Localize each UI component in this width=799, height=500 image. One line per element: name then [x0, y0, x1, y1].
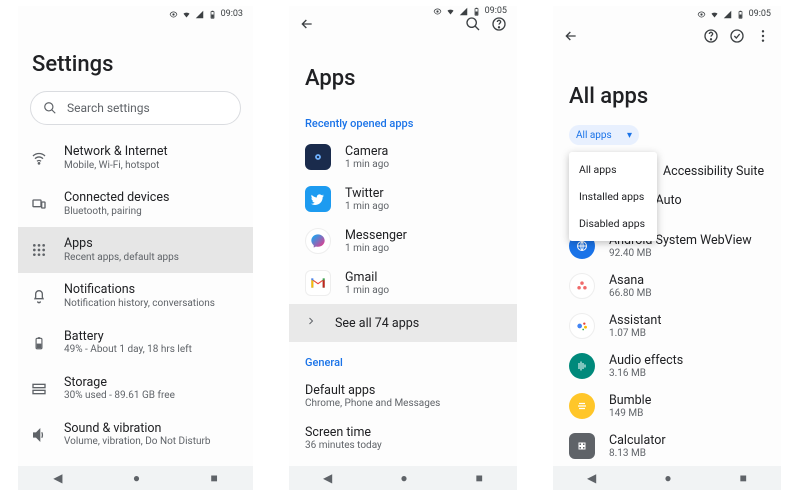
app-row-audio-effects[interactable]: Audio effects3.16 MB	[553, 346, 781, 386]
battery-icon	[28, 335, 50, 351]
reset-icon[interactable]	[729, 28, 745, 48]
back-icon[interactable]	[563, 28, 579, 48]
top-bar	[289, 16, 517, 36]
search-icon	[43, 101, 57, 115]
app-row-calculator[interactable]: Calculator8.13 MB	[553, 426, 781, 466]
volume-icon	[28, 427, 50, 443]
row-apps[interactable]: AppsRecent apps, default apps	[18, 227, 253, 273]
messenger-app-icon	[305, 228, 331, 254]
app-row-assistant[interactable]: Assistant1.07 MB	[553, 306, 781, 346]
nav-home-icon[interactable]: ●	[664, 471, 671, 485]
nav-back-icon[interactable]: ◀	[587, 471, 596, 485]
wifi-icon	[182, 10, 191, 19]
phone-settings: 09:03 Settings Search settings Network &…	[18, 6, 253, 490]
row-sound[interactable]: Sound & vibrationVolume, vibration, Do N…	[18, 412, 253, 458]
status-time: 09:03	[221, 9, 243, 19]
twitter-app-icon	[305, 186, 331, 212]
page-title: Apps	[289, 36, 517, 111]
help-icon[interactable]	[491, 16, 507, 36]
row-notifications[interactable]: NotificationsNotification history, conve…	[18, 273, 253, 319]
nav-home-icon[interactable]: ●	[400, 471, 407, 485]
search-placeholder: Search settings	[67, 101, 150, 115]
asana-icon	[569, 273, 595, 299]
row-network[interactable]: Network & InternetMobile, Wi-Fi, hotspot	[18, 135, 253, 181]
chevron-down-icon: ▾	[627, 130, 632, 141]
apps-grid-icon	[28, 242, 50, 258]
nav-bar: ◀ ● ■	[289, 466, 517, 490]
dropdown-option-installed[interactable]: Installed apps	[569, 183, 657, 210]
page-title: All apps	[553, 54, 781, 125]
top-bar	[553, 22, 781, 54]
row-storage[interactable]: Storage30% used - 89.61 GB free	[18, 366, 253, 412]
app-row-gmail[interactable]: Gmail1 min ago	[289, 262, 517, 304]
gmail-app-icon	[305, 270, 331, 296]
battery-icon	[208, 10, 217, 19]
nav-bar: ◀ ● ■	[18, 466, 253, 490]
nav-recent-icon[interactable]: ■	[740, 471, 747, 485]
status-time: 09:05	[749, 9, 771, 19]
bell-icon	[28, 288, 50, 304]
app-row-twitter[interactable]: Twitter1 min ago	[289, 178, 517, 220]
assistant-icon	[569, 313, 595, 339]
eye-icon	[433, 7, 442, 16]
bumble-icon	[569, 393, 595, 419]
chevron-right-icon	[305, 315, 317, 331]
search-icon[interactable]	[465, 16, 481, 36]
signal-icon	[459, 7, 468, 16]
wifi-icon	[28, 150, 50, 166]
devices-icon	[28, 196, 50, 212]
calculator-icon	[569, 433, 595, 459]
battery-icon	[472, 7, 481, 16]
signal-icon	[723, 10, 732, 19]
row-battery[interactable]: Battery49% - About 1 day, 18 hrs left	[18, 320, 253, 366]
settings-list: Network & InternetMobile, Wi-Fi, hotspot…	[18, 135, 253, 490]
camera-app-icon	[305, 144, 331, 170]
search-settings[interactable]: Search settings	[30, 91, 241, 125]
see-all-apps[interactable]: See all 74 apps	[289, 304, 517, 342]
nav-recent-icon[interactable]: ■	[476, 471, 483, 485]
filter-dropdown: All apps Installed apps Disabled apps	[569, 152, 657, 241]
eye-icon	[169, 10, 178, 19]
wifi-icon	[710, 10, 719, 19]
dropdown-option-disabled[interactable]: Disabled apps	[569, 210, 657, 237]
audio-effects-icon	[569, 353, 595, 379]
nav-bar: ◀ ● ■	[553, 466, 781, 490]
back-icon[interactable]	[299, 16, 315, 36]
wifi-icon	[446, 7, 455, 16]
row-connected-devices[interactable]: Connected devicesBluetooth, pairing	[18, 181, 253, 227]
phone-all-apps: 09:05 All apps All apps ▾ All apps Insta…	[553, 6, 781, 490]
status-bar: 09:05	[289, 6, 517, 16]
row-default-apps[interactable]: Default apps Chrome, Phone and Messages	[289, 375, 517, 417]
eye-icon	[697, 10, 706, 19]
app-row-asana[interactable]: Asana66.80 MB	[553, 266, 781, 306]
status-bar: 09:03	[18, 6, 253, 22]
status-bar: 09:05	[553, 6, 781, 22]
page-title: Settings	[18, 22, 253, 91]
storage-icon	[28, 381, 50, 397]
nav-recent-icon[interactable]: ■	[211, 471, 218, 485]
signal-icon	[195, 10, 204, 19]
dropdown-option-all[interactable]: All apps	[569, 156, 657, 183]
app-row-messenger[interactable]: Messenger1 min ago	[289, 220, 517, 262]
app-row-camera[interactable]: Camera1 min ago	[289, 136, 517, 178]
battery-icon	[736, 10, 745, 19]
nav-back-icon[interactable]: ◀	[53, 471, 62, 485]
section-recently-opened: Recently opened apps	[289, 111, 517, 136]
nav-home-icon[interactable]: ●	[133, 471, 140, 485]
app-row-bumble[interactable]: Bumble149 MB	[553, 386, 781, 426]
section-general: General	[289, 350, 517, 375]
row-screen-time[interactable]: Screen time 36 minutes today	[289, 417, 517, 459]
nav-back-icon[interactable]: ◀	[323, 471, 332, 485]
phone-apps: 09:05 Apps Recently opened apps Camera1 …	[289, 6, 517, 490]
filter-chip[interactable]: All apps ▾	[569, 125, 639, 145]
more-icon[interactable]	[755, 28, 771, 48]
help-icon[interactable]	[703, 28, 719, 48]
status-time: 09:05	[485, 6, 507, 16]
